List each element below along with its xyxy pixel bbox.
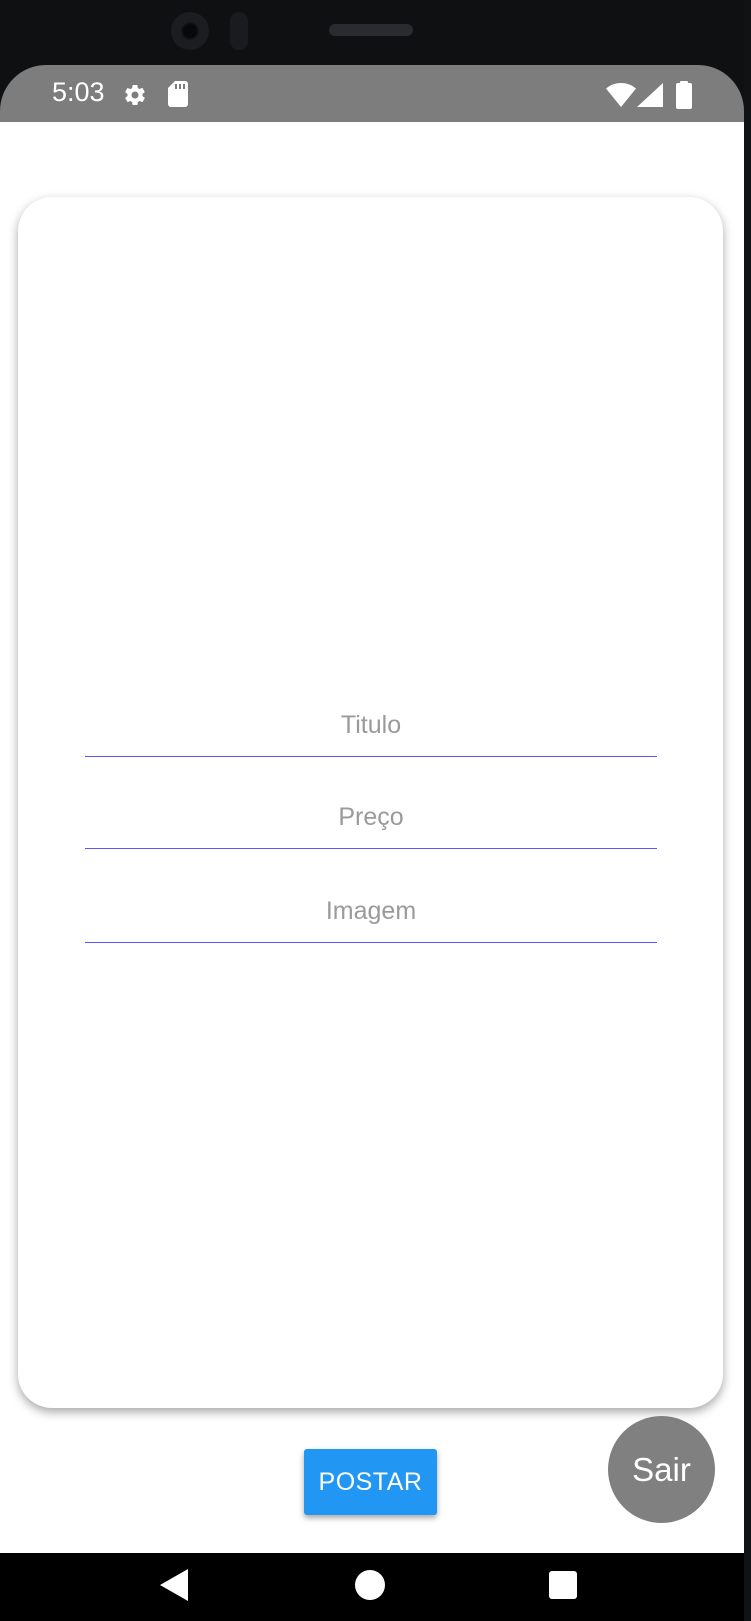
status-bar: 5:03 [0,65,744,122]
status-time: 5:03 [52,77,105,107]
proximity-sensor [230,12,248,50]
imagem-input[interactable] [85,880,657,942]
exit-button[interactable]: Sair [608,1416,715,1523]
home-icon[interactable] [355,1570,385,1600]
phone-screen: 5:03 Titulo Preço Imagem POSTAR Sair [0,0,751,1621]
post-button[interactable]: POSTAR [304,1449,437,1515]
gear-icon [125,84,145,106]
earpiece-speaker [329,24,413,36]
preco-field[interactable] [85,786,657,849]
post-form-card [18,197,723,1408]
signal-icon [637,83,663,107]
battery-icon [676,81,692,109]
sd-card-icon [168,81,188,107]
back-icon[interactable] [160,1569,190,1601]
wifi-icon [606,83,636,107]
navigation-bar [0,1553,751,1621]
preco-input[interactable] [85,786,657,848]
content-area: POSTAR Sair [0,122,744,1553]
recents-icon[interactable] [549,1571,577,1599]
imagem-field[interactable] [85,880,657,943]
device-right-bezel [744,0,751,1621]
front-camera [171,12,209,50]
titulo-field[interactable] [85,694,657,757]
titulo-input[interactable] [85,694,657,756]
